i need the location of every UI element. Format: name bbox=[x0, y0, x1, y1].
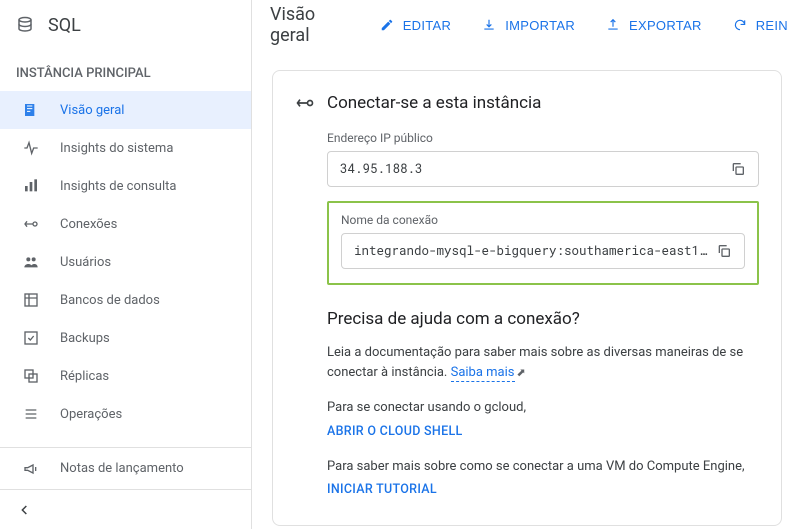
overview-icon bbox=[22, 101, 40, 119]
sidebar-item-label: Insights de consulta bbox=[60, 179, 176, 194]
release-notes-link[interactable]: Notas de lançamento bbox=[0, 447, 251, 489]
start-tutorial-link[interactable]: INICIAR TUTORIAL bbox=[327, 482, 759, 497]
database-grid-icon bbox=[22, 291, 40, 309]
pencil-icon bbox=[379, 17, 395, 33]
public-ip-field: 34.95.188.3 bbox=[327, 151, 759, 187]
sidebar-item-label: Usuários bbox=[60, 255, 111, 270]
megaphone-icon bbox=[22, 460, 40, 478]
users-icon bbox=[22, 253, 40, 271]
copy-ip-button[interactable] bbox=[726, 157, 750, 181]
connect-icon bbox=[22, 215, 40, 233]
restart-icon bbox=[732, 17, 748, 33]
product-title: SQL bbox=[48, 15, 81, 36]
public-ip-value: 34.95.188.3 bbox=[340, 161, 726, 177]
sidebar-item-query-insights[interactable]: Insights de consulta bbox=[0, 167, 251, 205]
import-button[interactable]: IMPORTAR bbox=[479, 13, 577, 37]
restart-button[interactable]: REIN bbox=[730, 13, 790, 37]
export-label: EXPORTAR bbox=[629, 18, 702, 33]
learn-more-link[interactable]: Saiba mais bbox=[451, 365, 515, 382]
open-cloud-shell-link[interactable]: ABRIR O CLOUD SHELL bbox=[327, 424, 759, 439]
backup-icon bbox=[22, 329, 40, 347]
sidebar-section-label: INSTÂNCIA PRINCIPAL bbox=[0, 50, 251, 91]
vm-text: Para saber mais sobre como se conectar a… bbox=[327, 457, 759, 477]
copy-icon bbox=[730, 161, 746, 177]
connect-icon bbox=[295, 93, 315, 113]
sidebar-item-databases[interactable]: Bancos de dados bbox=[0, 281, 251, 319]
gcloud-text: Para se conectar usando o gcloud, bbox=[327, 398, 759, 418]
sidebar-item-label: Backups bbox=[60, 331, 110, 346]
sql-product-icon bbox=[16, 16, 34, 34]
sidebar-item-backups[interactable]: Backups bbox=[0, 319, 251, 357]
sidebar-item-replicas[interactable]: Réplicas bbox=[0, 357, 251, 395]
connection-name-field: integrando-mysql-e-bigquery:southamerica… bbox=[341, 233, 745, 269]
help-docs-text: Leia a documentação para saber mais sobr… bbox=[327, 343, 759, 382]
product-header: SQL bbox=[0, 0, 251, 50]
sidebar: SQL INSTÂNCIA PRINCIPAL Visão geral Insi… bbox=[0, 0, 252, 529]
export-icon bbox=[605, 17, 621, 33]
main-area: Visão geral EDITAR IMPORTAR EXPORTAR bbox=[252, 0, 808, 529]
topbar: Visão geral EDITAR IMPORTAR EXPORTAR bbox=[252, 0, 808, 50]
connection-name-label: Nome da conexão bbox=[341, 213, 745, 227]
sidebar-item-label: Conexões bbox=[60, 217, 117, 232]
list-icon bbox=[22, 405, 40, 423]
sidebar-item-label: Visão geral bbox=[60, 103, 124, 118]
edit-label: EDITAR bbox=[403, 18, 452, 33]
sidebar-item-label: Bancos de dados bbox=[60, 293, 160, 308]
edit-button[interactable]: EDITAR bbox=[377, 13, 454, 37]
release-notes-label: Notas de lançamento bbox=[60, 461, 184, 476]
sidebar-item-operations[interactable]: Operações bbox=[0, 395, 251, 433]
public-ip-label: Endereço IP público bbox=[327, 131, 759, 145]
help-heading: Precisa de ajuda com a conexão? bbox=[327, 309, 759, 329]
external-link-icon: ⬈ bbox=[517, 366, 526, 379]
collapse-sidebar-button[interactable] bbox=[0, 489, 251, 529]
bar-chart-icon bbox=[22, 177, 40, 195]
help-section: Precisa de ajuda com a conexão? Leia a d… bbox=[327, 309, 759, 497]
sidebar-item-connections[interactable]: Conexões bbox=[0, 205, 251, 243]
sidebar-item-system-insights[interactable]: Insights do sistema bbox=[0, 129, 251, 167]
chevron-left-icon bbox=[16, 501, 34, 519]
connect-card: Conectar-se a esta instância Endereço IP… bbox=[272, 70, 782, 526]
copy-icon bbox=[716, 243, 732, 259]
connection-name-highlight: Nome da conexão integrando-mysql-e-bigqu… bbox=[327, 201, 759, 285]
copy-connection-button[interactable] bbox=[712, 239, 736, 263]
restart-label: REIN bbox=[756, 18, 788, 33]
card-title: Conectar-se a esta instância bbox=[327, 93, 541, 113]
sidebar-item-overview[interactable]: Visão geral bbox=[0, 91, 251, 129]
page-title: Visão geral bbox=[270, 4, 331, 46]
import-icon bbox=[481, 17, 497, 33]
connection-name-value: integrando-mysql-e-bigquery:southamerica… bbox=[354, 243, 712, 259]
sidebar-item-label: Insights do sistema bbox=[60, 141, 173, 156]
replicas-icon bbox=[22, 367, 40, 385]
sidebar-item-label: Operações bbox=[60, 407, 122, 422]
pulse-icon bbox=[22, 139, 40, 157]
sidebar-item-label: Réplicas bbox=[60, 369, 109, 384]
sidebar-item-users[interactable]: Usuários bbox=[0, 243, 251, 281]
export-button[interactable]: EXPORTAR bbox=[603, 13, 704, 37]
import-label: IMPORTAR bbox=[505, 18, 575, 33]
